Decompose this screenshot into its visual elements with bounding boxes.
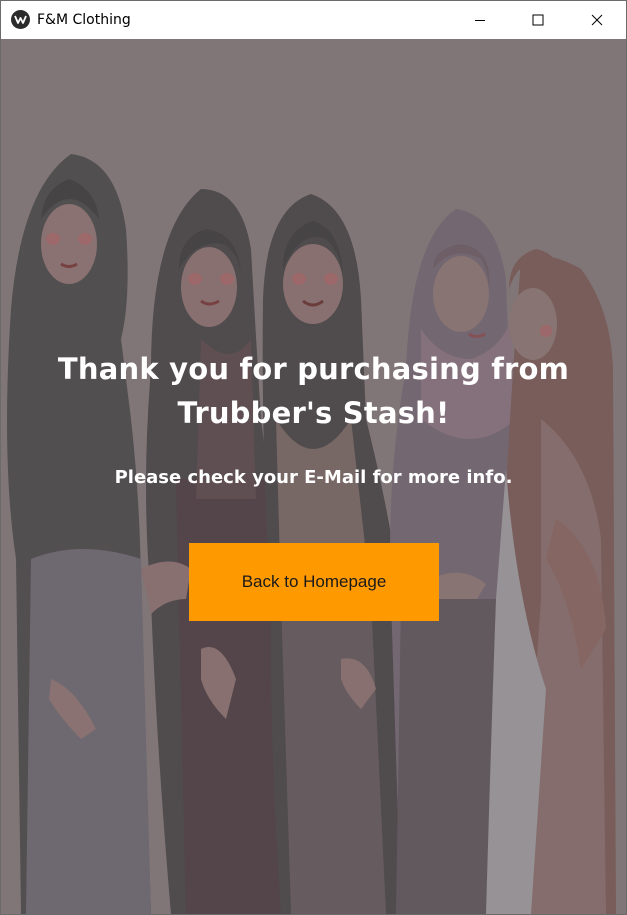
app-window: F&M Clothing Thank you for purchasing fr… xyxy=(0,0,627,915)
maximize-icon xyxy=(532,11,544,30)
minimize-button[interactable] xyxy=(451,1,509,39)
title-bar[interactable]: F&M Clothing xyxy=(1,1,626,39)
app-logo-icon xyxy=(11,10,30,29)
minimize-icon xyxy=(474,11,486,30)
close-icon xyxy=(591,11,603,30)
back-to-homepage-button[interactable]: Back to Homepage xyxy=(189,543,439,621)
email-notice: Please check your E-Mail for more info. xyxy=(114,467,513,488)
thank-you-screen: Thank you for purchasing from Trubber's … xyxy=(1,39,626,914)
thank-you-heading: Thank you for purchasing from Trubber's … xyxy=(57,352,570,430)
window-title: F&M Clothing xyxy=(37,12,131,28)
close-button[interactable] xyxy=(568,1,626,39)
maximize-button[interactable] xyxy=(509,1,567,39)
